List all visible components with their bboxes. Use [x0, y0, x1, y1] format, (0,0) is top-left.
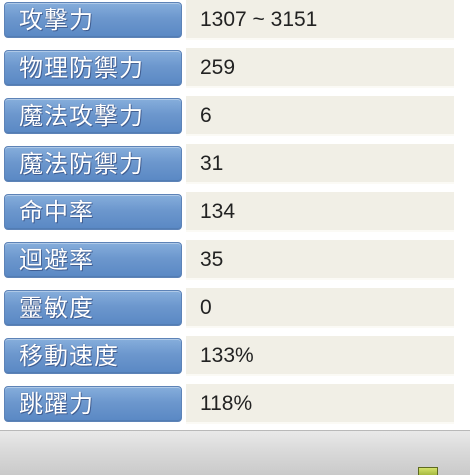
stat-value: 259 [186, 48, 454, 88]
stat-label: 魔法攻撃力 [4, 98, 182, 134]
stat-label: 命中率 [4, 194, 182, 230]
stat-value: 134 [186, 192, 454, 232]
stat-value: 1307 ~ 3151 [186, 0, 454, 40]
stat-row-movement-speed: 移動速度 133% [0, 336, 460, 376]
stat-value: 35 [186, 240, 454, 280]
window-footer-bar [0, 430, 470, 475]
character-stats-window: 攻撃力 1307 ~ 3151 物理防禦力 259 魔法攻撃力 6 魔法防禦力 … [0, 0, 470, 475]
stat-value: 118% [186, 384, 454, 424]
stat-row-jump: 跳躍力 118% [0, 384, 460, 424]
stat-value: 31 [186, 144, 454, 184]
stat-row-magic-defense: 魔法防禦力 31 [0, 144, 460, 184]
stat-row-agility: 靈敏度 0 [0, 288, 460, 328]
stat-label: 攻撃力 [4, 2, 182, 38]
stat-row-physical-defense: 物理防禦力 259 [0, 48, 460, 88]
stat-label: 迴避率 [4, 242, 182, 278]
stat-value: 0 [186, 288, 454, 328]
stats-list: 攻撃力 1307 ~ 3151 物理防禦力 259 魔法攻撃力 6 魔法防禦力 … [0, 0, 460, 428]
stat-label: 魔法防禦力 [4, 146, 182, 182]
stat-value: 6 [186, 96, 454, 136]
stat-label: 移動速度 [4, 338, 182, 374]
stat-label: 物理防禦力 [4, 50, 182, 86]
stat-row-magic-attack: 魔法攻撃力 6 [0, 96, 460, 136]
stat-label: 靈敏度 [4, 290, 182, 326]
corner-button-icon[interactable] [418, 467, 438, 475]
stat-row-attack: 攻撃力 1307 ~ 3151 [0, 0, 460, 40]
stat-row-accuracy: 命中率 134 [0, 192, 460, 232]
stat-value: 133% [186, 336, 454, 376]
stat-label: 跳躍力 [4, 386, 182, 422]
stat-row-evasion: 迴避率 35 [0, 240, 460, 280]
